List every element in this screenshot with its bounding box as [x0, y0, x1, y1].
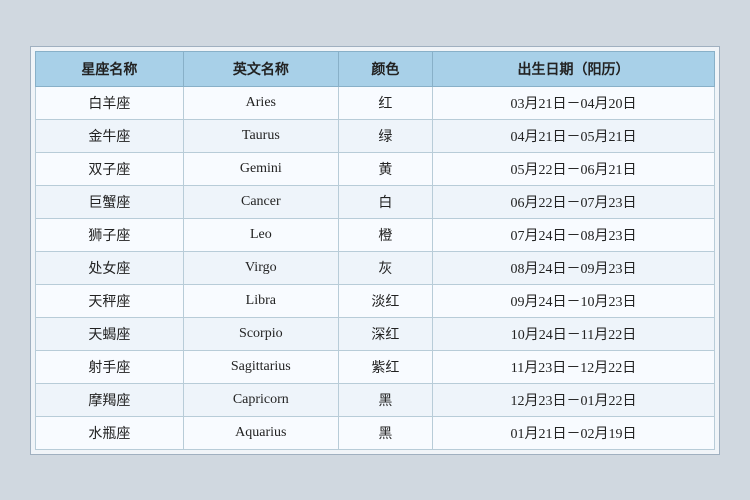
table-cell: 黑 — [338, 416, 432, 449]
table-cell: 处女座 — [36, 251, 184, 284]
table-row: 白羊座Aries红03月21日－04月20日 — [36, 86, 715, 119]
table-row: 处女座Virgo灰08月24日－09月23日 — [36, 251, 715, 284]
table-row: 巨蟹座Cancer白06月22日－07月23日 — [36, 185, 715, 218]
table-cell: Capricorn — [183, 383, 338, 416]
table-cell: 04月21日－05月21日 — [432, 119, 714, 152]
table-cell: 橙 — [338, 218, 432, 251]
table-cell: 07月24日－08月23日 — [432, 218, 714, 251]
table-cell: 狮子座 — [36, 218, 184, 251]
table-header-cell: 颜色 — [338, 51, 432, 86]
table-cell: Libra — [183, 284, 338, 317]
table-header-cell: 英文名称 — [183, 51, 338, 86]
table-cell: 深红 — [338, 317, 432, 350]
table-cell: 紫红 — [338, 350, 432, 383]
table-row: 狮子座Leo橙07月24日－08月23日 — [36, 218, 715, 251]
table-cell: Cancer — [183, 185, 338, 218]
table-cell: Leo — [183, 218, 338, 251]
table-cell: 金牛座 — [36, 119, 184, 152]
table-cell: 天蝎座 — [36, 317, 184, 350]
zodiac-table-wrapper: 星座名称英文名称颜色出生日期（阳历） 白羊座Aries红03月21日－04月20… — [30, 46, 720, 455]
table-header-cell: 出生日期（阳历） — [432, 51, 714, 86]
table-cell: Scorpio — [183, 317, 338, 350]
table-cell: 03月21日－04月20日 — [432, 86, 714, 119]
table-cell: 08月24日－09月23日 — [432, 251, 714, 284]
table-row: 天蝎座Scorpio深红10月24日－11月22日 — [36, 317, 715, 350]
table-cell: Aries — [183, 86, 338, 119]
table-header-row: 星座名称英文名称颜色出生日期（阳历） — [36, 51, 715, 86]
table-row: 摩羯座Capricorn黑12月23日－01月22日 — [36, 383, 715, 416]
table-cell: 12月23日－01月22日 — [432, 383, 714, 416]
table-cell: Sagittarius — [183, 350, 338, 383]
table-cell: 淡红 — [338, 284, 432, 317]
table-cell: 双子座 — [36, 152, 184, 185]
table-cell: 01月21日－02月19日 — [432, 416, 714, 449]
table-row: 双子座Gemini黄05月22日－06月21日 — [36, 152, 715, 185]
table-cell: 10月24日－11月22日 — [432, 317, 714, 350]
table-cell: 05月22日－06月21日 — [432, 152, 714, 185]
table-cell: 黑 — [338, 383, 432, 416]
table-cell: 天秤座 — [36, 284, 184, 317]
table-row: 水瓶座Aquarius黑01月21日－02月19日 — [36, 416, 715, 449]
table-body: 白羊座Aries红03月21日－04月20日金牛座Taurus绿04月21日－0… — [36, 86, 715, 449]
table-cell: 灰 — [338, 251, 432, 284]
table-cell: 红 — [338, 86, 432, 119]
table-row: 射手座Sagittarius紫红11月23日－12月22日 — [36, 350, 715, 383]
table-cell: 白 — [338, 185, 432, 218]
table-row: 金牛座Taurus绿04月21日－05月21日 — [36, 119, 715, 152]
table-cell: 水瓶座 — [36, 416, 184, 449]
table-cell: 射手座 — [36, 350, 184, 383]
zodiac-table: 星座名称英文名称颜色出生日期（阳历） 白羊座Aries红03月21日－04月20… — [35, 51, 715, 450]
table-cell: 白羊座 — [36, 86, 184, 119]
table-cell: 摩羯座 — [36, 383, 184, 416]
table-cell: 黄 — [338, 152, 432, 185]
table-cell: 09月24日－10月23日 — [432, 284, 714, 317]
table-cell: 06月22日－07月23日 — [432, 185, 714, 218]
table-cell: Taurus — [183, 119, 338, 152]
table-cell: 绿 — [338, 119, 432, 152]
table-cell: Virgo — [183, 251, 338, 284]
table-row: 天秤座Libra淡红09月24日－10月23日 — [36, 284, 715, 317]
table-cell: 巨蟹座 — [36, 185, 184, 218]
table-cell: Aquarius — [183, 416, 338, 449]
table-cell: Gemini — [183, 152, 338, 185]
table-cell: 11月23日－12月22日 — [432, 350, 714, 383]
table-header-cell: 星座名称 — [36, 51, 184, 86]
